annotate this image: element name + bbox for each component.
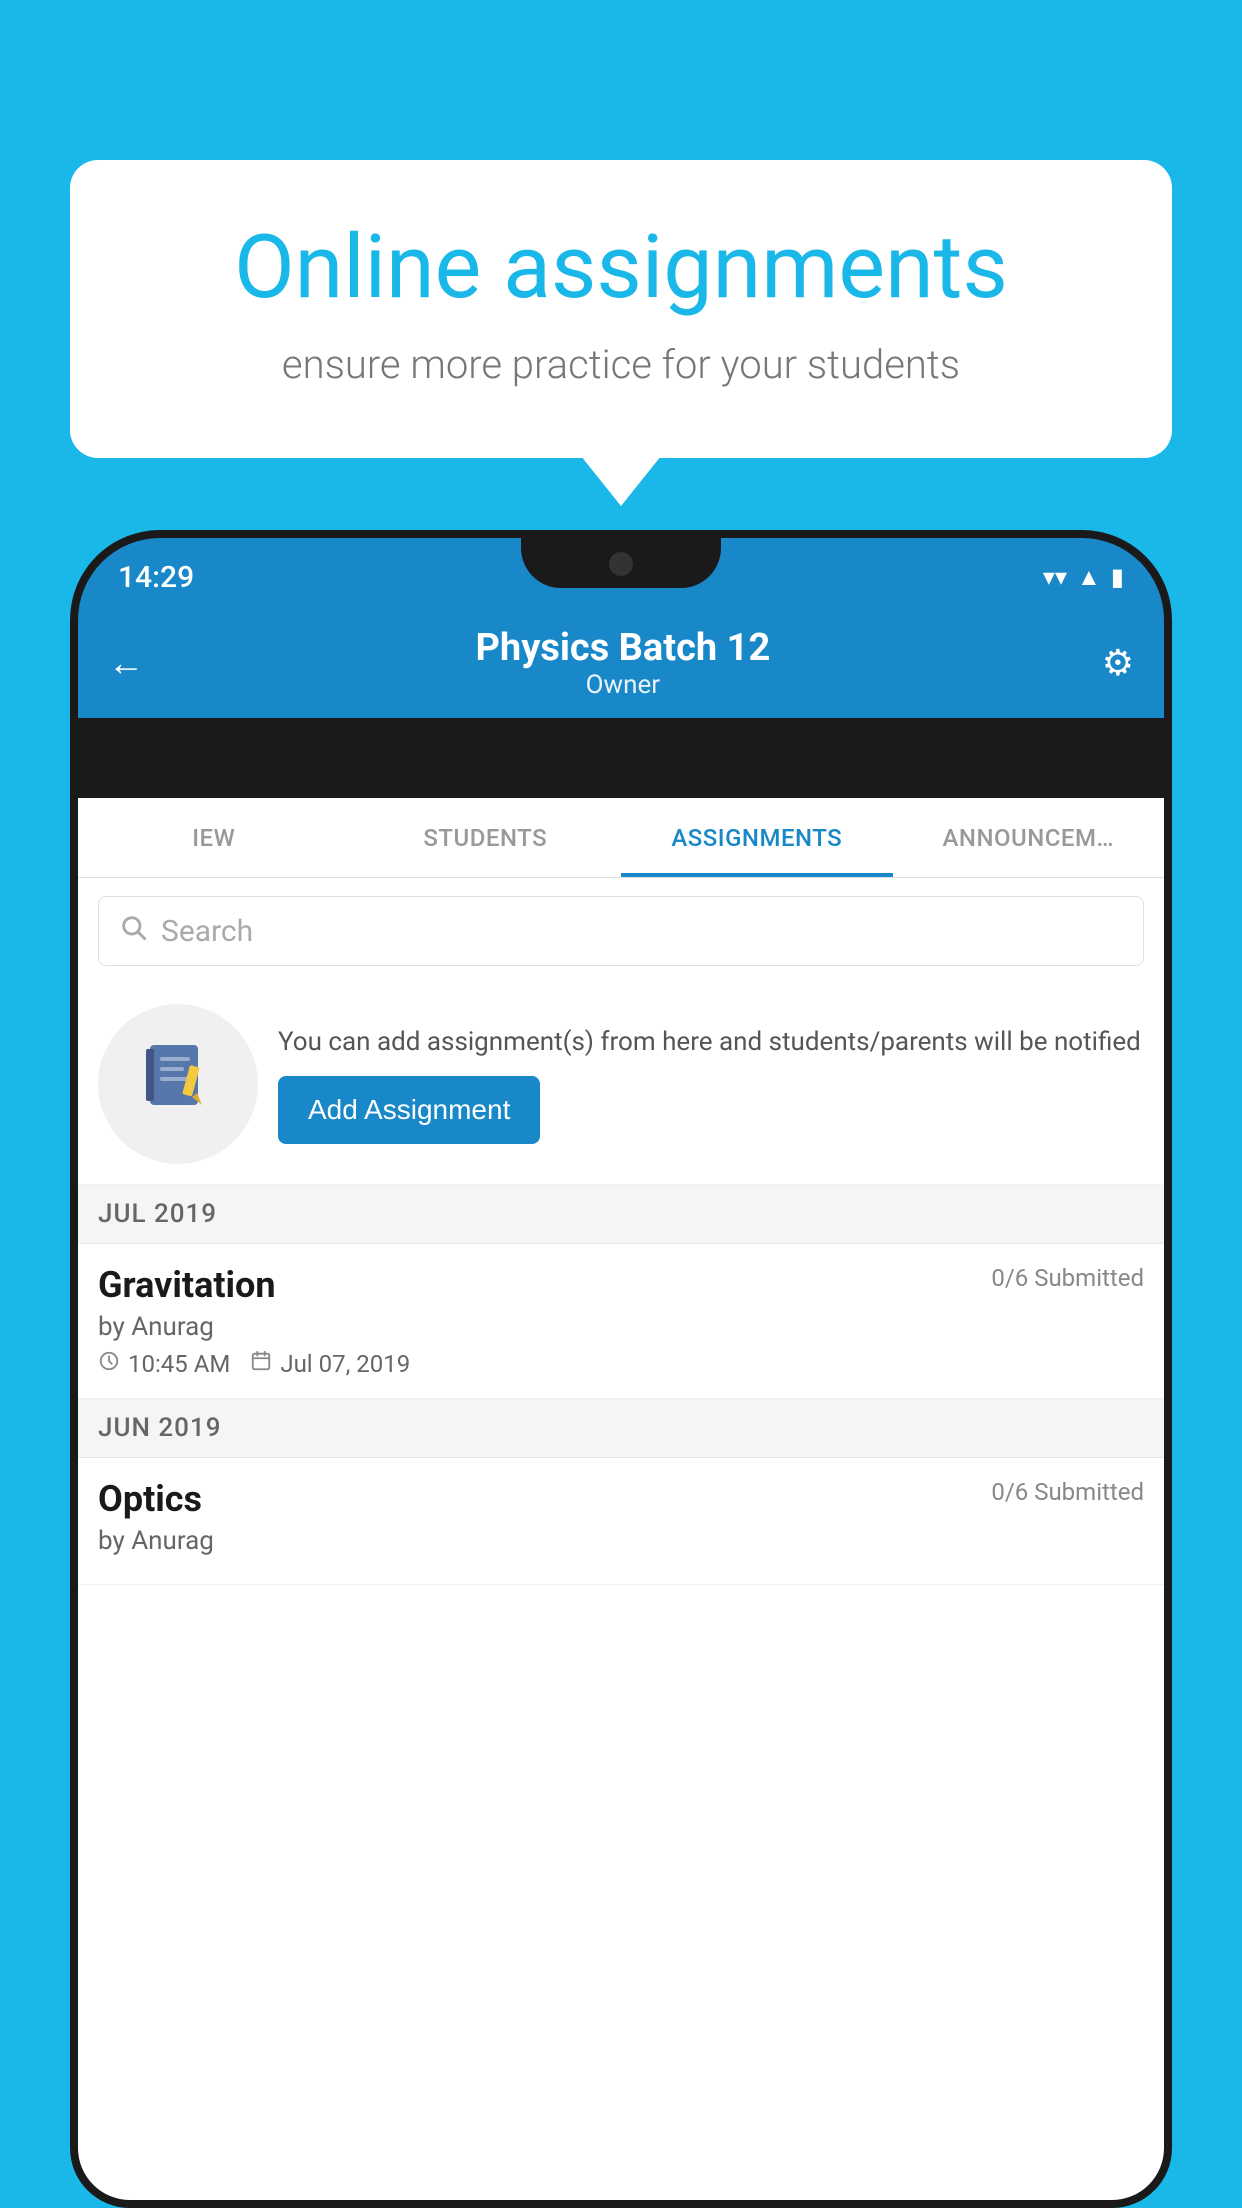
assignment-optics-top-row: Optics 0/6 Submitted bbox=[98, 1478, 1144, 1520]
signal-icon: ▲ bbox=[1077, 563, 1101, 592]
tab-students[interactable]: STUDENTS bbox=[350, 798, 622, 877]
calendar-icon bbox=[250, 1350, 272, 1378]
tab-announcements[interactable]: ANNOUNCEM… bbox=[893, 798, 1165, 877]
assignment-optics-name: Optics bbox=[98, 1478, 202, 1520]
assignment-by: by Anurag bbox=[98, 1312, 1144, 1342]
promo-section: You can add assignment(s) from here and … bbox=[78, 984, 1164, 1185]
phone-notch bbox=[521, 538, 721, 588]
tabs: IEW STUDENTS ASSIGNMENTS ANNOUNCEM… bbox=[78, 798, 1164, 878]
assignment-name: Gravitation bbox=[98, 1264, 276, 1306]
status-time: 14:29 bbox=[118, 560, 194, 595]
search-icon bbox=[119, 913, 147, 949]
phone-camera bbox=[609, 552, 633, 576]
screen-content: IEW STUDENTS ASSIGNMENTS ANNOUNCEM… bbox=[78, 798, 1164, 2200]
add-assignment-button[interactable]: Add Assignment bbox=[278, 1076, 540, 1144]
batch-subtitle: Owner bbox=[475, 670, 770, 700]
month-header-jun: JUN 2019 bbox=[78, 1399, 1164, 1458]
assignment-item-gravitation[interactable]: Gravitation 0/6 Submitted by Anurag 10:4… bbox=[78, 1244, 1164, 1399]
search-placeholder: Search bbox=[161, 914, 253, 949]
assignment-optics-submitted: 0/6 Submitted bbox=[991, 1478, 1144, 1506]
bubble-title: Online assignments bbox=[140, 220, 1102, 317]
wifi-icon: ▾▾ bbox=[1043, 563, 1067, 591]
assignment-date-item: Jul 07, 2019 bbox=[250, 1350, 410, 1378]
settings-icon[interactable]: ⚙ bbox=[1102, 642, 1134, 684]
assignment-submitted: 0/6 Submitted bbox=[991, 1264, 1144, 1292]
back-button[interactable]: ← bbox=[108, 642, 144, 684]
phone-frame: 14:29 ▾▾ ▲ ▮ ← Physics Batch 12 Owner ⚙ … bbox=[70, 530, 1172, 2208]
promo-text-block: You can add assignment(s) from here and … bbox=[278, 1024, 1144, 1144]
promo-icon-circle bbox=[98, 1004, 258, 1164]
speech-bubble: Online assignments ensure more practice … bbox=[70, 160, 1172, 458]
battery-icon: ▮ bbox=[1111, 563, 1124, 591]
clock-icon bbox=[98, 1350, 120, 1378]
tab-assignments[interactable]: ASSIGNMENTS bbox=[621, 798, 893, 877]
tab-iew[interactable]: IEW bbox=[78, 798, 350, 877]
header-title-block: Physics Batch 12 Owner bbox=[475, 626, 770, 700]
assignment-time-item: 10:45 AM bbox=[98, 1350, 230, 1378]
assignment-time: 10:45 AM bbox=[128, 1350, 230, 1378]
notebook-icon bbox=[138, 1035, 218, 1133]
assignment-optics-by: by Anurag bbox=[98, 1526, 1144, 1556]
batch-title: Physics Batch 12 bbox=[475, 626, 770, 670]
phone-inner: 14:29 ▾▾ ▲ ▮ ← Physics Batch 12 Owner ⚙ … bbox=[78, 538, 1164, 2200]
status-icons: ▾▾ ▲ ▮ bbox=[1043, 563, 1124, 592]
search-bar[interactable]: Search bbox=[98, 896, 1144, 966]
bubble-subtitle: ensure more practice for your students bbox=[140, 341, 1102, 388]
assignment-meta: 10:45 AM Jul 07, 2019 bbox=[98, 1350, 1144, 1378]
month-header-jul: JUL 2019 bbox=[78, 1185, 1164, 1244]
assignment-date: Jul 07, 2019 bbox=[280, 1350, 410, 1378]
assignment-top-row: Gravitation 0/6 Submitted bbox=[98, 1264, 1144, 1306]
assignment-item-optics[interactable]: Optics 0/6 Submitted by Anurag bbox=[78, 1458, 1164, 1585]
speech-bubble-container: Online assignments ensure more practice … bbox=[70, 160, 1172, 458]
promo-description: You can add assignment(s) from here and … bbox=[278, 1024, 1144, 1060]
app-header: ← Physics Batch 12 Owner ⚙ bbox=[78, 608, 1164, 718]
